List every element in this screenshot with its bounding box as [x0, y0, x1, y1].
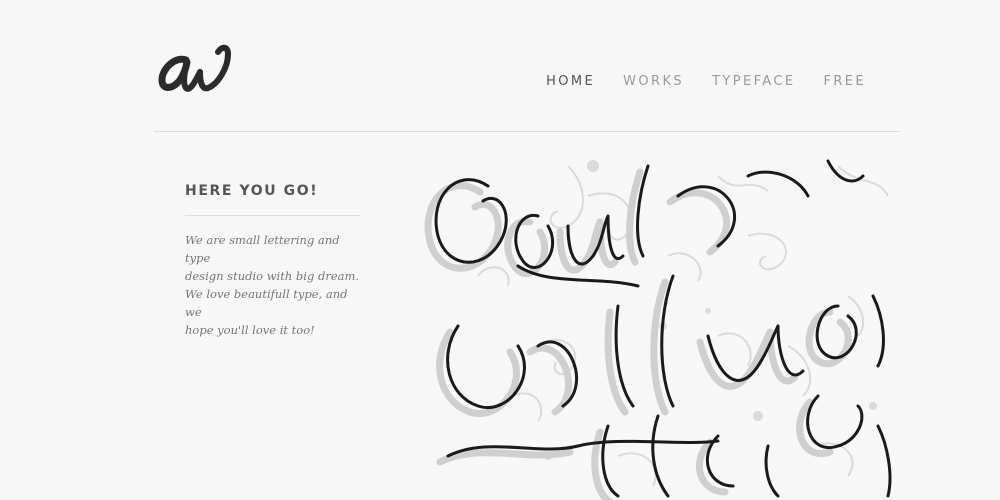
intro-line: We love beautifull type, and we [185, 287, 348, 319]
intro-line: hope you'll love it too! [185, 323, 315, 337]
nav-home[interactable]: HOME [546, 74, 595, 89]
logo-icon[interactable] [156, 38, 236, 98]
intro-heading: HERE YOU GO! [185, 183, 319, 199]
intro-line: We are small lettering and type [185, 233, 340, 265]
page: HOME WORKS TYPEFACE FREE HERE YOU GO! We… [0, 0, 1000, 500]
nav-works[interactable]: WORKS [623, 74, 684, 89]
hand-lettering-artwork-icon [418, 156, 899, 500]
intro-sidebar: HERE YOU GO! We are small lettering and … [185, 183, 361, 339]
intro-text: We are small lettering and type design s… [185, 231, 361, 339]
intro-divider [185, 215, 360, 216]
nav-free[interactable]: FREE [823, 74, 866, 89]
header-divider [154, 131, 899, 132]
intro-line: design studio with big dream. [185, 269, 360, 283]
main-nav: HOME WORKS TYPEFACE FREE [546, 74, 866, 89]
nav-typeface[interactable]: TYPEFACE [712, 74, 795, 89]
